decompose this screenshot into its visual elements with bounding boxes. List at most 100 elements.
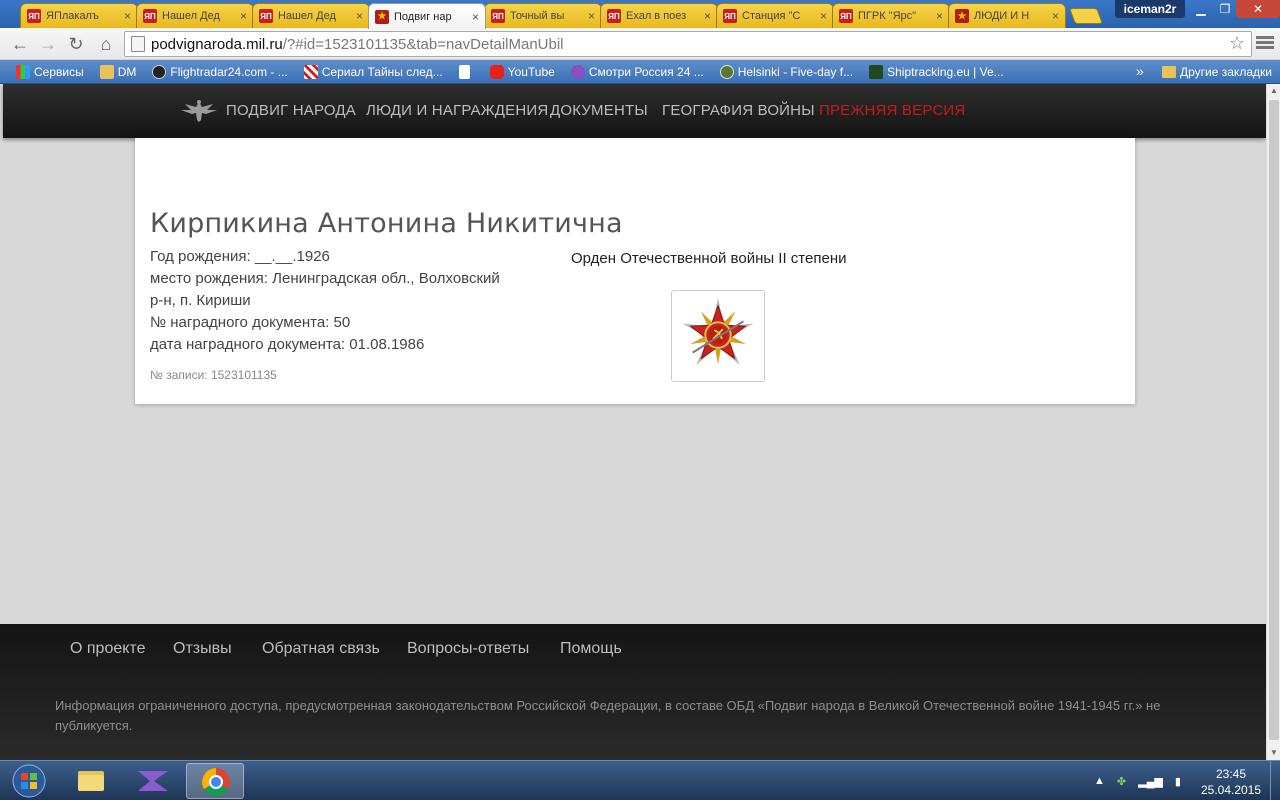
close-icon[interactable]: × [356, 9, 363, 23]
show-desktop-button[interactable] [1270, 761, 1280, 800]
address-bar[interactable]: podvignaroda.mil.ru /?#id=1523101135&tab… [124, 31, 1252, 57]
bookmark-item[interactable]: Смотри Россия 24 ... [563, 64, 712, 79]
scroll-down-icon[interactable]: ▼ [1267, 746, 1280, 760]
bookmark-item[interactable]: DM [92, 64, 145, 79]
scrollbar-thumb[interactable] [1269, 100, 1279, 740]
nav-podvig-naroda[interactable]: ПОДВИГ НАРОДА [226, 102, 356, 119]
browser-tab[interactable]: ЯП Нашел Дед × [136, 3, 254, 28]
tab-title: ЛЮДИ И Н [974, 10, 1030, 22]
bookmark-label: Сериал Тайны след... [321, 64, 443, 79]
bookmarks-overflow-button[interactable]: » [1136, 63, 1144, 79]
browser-tab[interactable]: ЯП ЯПлакалъ × [20, 3, 138, 28]
close-icon[interactable]: × [588, 9, 595, 23]
star-favicon-icon: ★ [955, 9, 969, 23]
profile-button[interactable]: iceman2r [1115, 0, 1185, 18]
apps-icon [16, 64, 30, 79]
weather-icon [719, 64, 734, 79]
browser-tab[interactable]: ★ ЛЮДИ И Н × [948, 3, 1066, 28]
chrome-icon [202, 768, 230, 796]
footer-link-faq[interactable]: Вопросы-ответы [407, 640, 529, 658]
visual-studio-icon [138, 771, 168, 791]
tray-app-icon[interactable]: ✤ [1117, 775, 1126, 788]
tab-title: Нашел Дед [278, 10, 336, 22]
bookmark-star-icon[interactable]: ☆ [1229, 33, 1245, 54]
forward-icon[interactable]: → [36, 32, 60, 56]
bookmark-item[interactable]: Helsinki - Five-day f... [712, 64, 861, 79]
battery-icon[interactable]: ▮ [1175, 775, 1181, 788]
bookmark-item[interactable]: Сериал Тайны след... [296, 64, 451, 79]
taskbar-chrome[interactable] [186, 763, 244, 799]
system-tray: ▲ ✤ ▂▄▆ ▮ [1094, 761, 1181, 800]
order-patriotic-war-icon [682, 297, 754, 366]
taskbar-clock[interactable]: 23:45 25.04.2015 [1196, 766, 1266, 798]
footer-link-reviews[interactable]: Отзывы [173, 640, 232, 658]
back-icon[interactable]: ← [8, 32, 32, 56]
browser-tab[interactable]: ЯП ПГРК "Ярс" × [832, 3, 950, 28]
close-icon[interactable]: × [936, 9, 943, 23]
award-image-thumbnail[interactable] [671, 290, 765, 382]
yaplakal-favicon-icon: ЯП [607, 9, 621, 23]
browser-tab[interactable]: ЯП Станция "С × [716, 3, 834, 28]
browser-tab-active[interactable]: ★ Подвиг нар × [368, 3, 486, 29]
taskbar-visual-studio[interactable] [124, 763, 182, 799]
russia24-icon [570, 64, 585, 79]
footer-link-help[interactable]: Помощь [560, 640, 622, 658]
yaplakal-favicon-icon: ЯП [839, 9, 853, 23]
tab-title: ПГРК "Ярс" [858, 10, 917, 22]
close-icon[interactable]: × [820, 9, 827, 23]
radar-icon [152, 64, 167, 79]
footer-link-feedback[interactable]: Обратная связь [262, 640, 380, 658]
url-path: /?#id=1523101135&tab=navDetailManUbil [282, 35, 564, 53]
window-close-icon[interactable]: ✕ [1236, 0, 1280, 18]
footer-link-about[interactable]: О проекте [70, 640, 145, 658]
folder-icon [1162, 66, 1176, 78]
close-icon[interactable]: × [472, 10, 479, 24]
tab-title: Точный вы [510, 10, 565, 22]
yaplakal-favicon-icon: ЯП [723, 9, 737, 23]
close-icon[interactable]: × [1052, 9, 1059, 23]
person-card: Кирпикина Антонина Никитична Год рождени… [135, 138, 1135, 404]
clock-time: 23:45 [1215, 767, 1247, 781]
other-bookmarks-folder[interactable]: Другие закладки [1162, 60, 1272, 84]
nav-war-geography[interactable]: ГЕОГРАФИЯ ВОЙНЫ [662, 102, 815, 119]
nav-old-version[interactable]: ПРЕЖНЯЯ ВЕРСИЯ [819, 102, 965, 119]
home-icon[interactable]: ⌂ [94, 32, 118, 56]
minimize-icon[interactable]: ▁ [1188, 0, 1214, 18]
tray-expand-icon[interactable]: ▲ [1094, 775, 1105, 787]
bookmark-item[interactable]: Flightradar24.com - ... [144, 64, 295, 79]
close-icon[interactable]: × [124, 9, 131, 23]
new-tab-button[interactable] [1069, 8, 1103, 24]
birthplace-line-2: р-н, п. Кириши [150, 292, 251, 309]
tab-title: Подвиг нар [394, 10, 452, 23]
bookmark-item[interactable]: Сервисы [8, 64, 92, 79]
signal-icon[interactable]: ▂▄▆ [1138, 775, 1163, 788]
record-number: № записи: 1523101135 [150, 368, 277, 382]
restore-icon[interactable]: ❐ [1214, 0, 1236, 18]
bookmark-item[interactable] [451, 64, 482, 79]
bookmark-item[interactable]: Shiptracking.eu | Ve... [861, 64, 1012, 79]
tab-title: Станция "С [742, 10, 801, 22]
bookmark-label: Смотри Россия 24 ... [588, 64, 704, 79]
other-bookmarks-label: Другие закладки [1180, 65, 1272, 79]
reload-icon[interactable]: ↻ [64, 32, 88, 56]
bookmark-item[interactable]: YouTube [482, 64, 563, 79]
close-icon[interactable]: × [240, 9, 247, 23]
nav-people-awards[interactable]: ЛЮДИ И НАГРАЖДЕНИЯ [366, 102, 548, 119]
taskbar-explorer[interactable] [62, 763, 120, 799]
close-icon[interactable]: × [704, 9, 711, 23]
windows-start-icon[interactable] [4, 762, 54, 800]
page-viewport: ПОДВИГ НАРОДА ЛЮДИ И НАГРАЖДЕНИЯ ДОКУМЕН… [0, 84, 1266, 760]
site-footer: О проекте Отзывы Обратная связь Вопросы-… [0, 624, 1266, 760]
tab-title: Нашел Дед [162, 10, 220, 22]
double-headed-eagle-icon[interactable] [179, 98, 219, 124]
folder-icon [78, 771, 104, 791]
nav-documents[interactable]: ДОКУМЕНТЫ [550, 102, 648, 119]
award-doc-date: дата наградного документа: 01.08.1986 [150, 336, 425, 353]
browser-tab[interactable]: ЯП Нашел Дед × [252, 3, 370, 28]
page-scrollbar[interactable]: ▲ ▼ [1266, 84, 1280, 760]
browser-tab[interactable]: ЯП Ехал в поез × [600, 3, 718, 28]
scroll-up-icon[interactable]: ▲ [1267, 84, 1280, 98]
tab-strip: ЯП ЯПлакалъ × ЯП Нашел Дед × ЯП Нашел Де… [0, 0, 1280, 29]
browser-tab[interactable]: ЯП Точный вы × [484, 3, 602, 28]
chrome-menu-icon[interactable] [1256, 34, 1274, 52]
